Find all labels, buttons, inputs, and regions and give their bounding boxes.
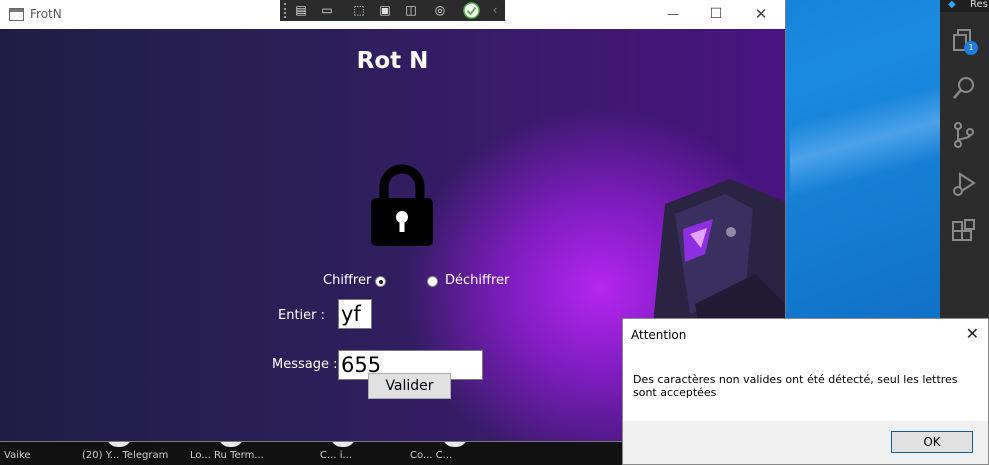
binding-failures-icon[interactable]: ◎ [431, 2, 449, 19]
radio-decrypt[interactable] [427, 276, 438, 287]
dialog-message: Des caractères non valides ont été détec… [633, 373, 958, 399]
track-focus-icon[interactable]: ◫ [402, 2, 420, 19]
explorer-badge: 1 [964, 41, 978, 55]
maximize-button[interactable]: ☐ [703, 3, 729, 25]
hot-reload-check-icon[interactable] [463, 2, 480, 19]
page-title: Rot N [356, 48, 429, 74]
window-title: FrotN [30, 7, 62, 21]
toolbar-grip-icon[interactable] [284, 3, 289, 18]
taskbar-label[interactable]: Co... C... [410, 450, 452, 461]
app-window-icon [9, 8, 24, 21]
vscode-titlebar: ◆ Res [940, 0, 989, 12]
lock-icon [371, 164, 433, 246]
submit-button[interactable]: Valider [368, 373, 451, 399]
live-visual-tree-icon[interactable]: ▤ [292, 2, 310, 19]
source-control-icon[interactable] [950, 121, 978, 149]
run-debug-icon[interactable] [950, 170, 978, 198]
integer-input[interactable]: yf [338, 299, 372, 329]
collapse-toolbar-icon[interactable]: ‹ [486, 2, 504, 19]
dialog-footer: OK [623, 421, 988, 464]
taskbar-label[interactable]: Vaike [4, 450, 31, 461]
alert-dialog: Attention ✕ Des caractères non valides o… [622, 318, 989, 465]
radio-encrypt-label[interactable]: Chiffrer [323, 273, 371, 288]
close-button[interactable]: ✕ [748, 3, 774, 25]
dialog-title: Attention [631, 328, 687, 342]
message-label: Message : [272, 357, 338, 372]
taskbar-label[interactable]: (20) Y... Telegram [82, 450, 168, 461]
vscode-logo-icon: ◆ [948, 0, 956, 10]
select-element-icon[interactable]: ⬚ [350, 2, 368, 19]
dialog-close-icon[interactable]: ✕ [966, 324, 979, 343]
ok-button[interactable]: OK [891, 431, 973, 453]
minimize-button[interactable]: — [660, 3, 686, 25]
desktop-light-streak [790, 70, 950, 210]
debug-toolbar: ▤ ▭ ⬚ ▣ ◫ ◎ ‹ [280, 0, 505, 21]
search-icon[interactable] [950, 74, 978, 102]
taskbar-strip: Vaike (20) Y... Telegram Lo... Ru Term..… [0, 435, 640, 465]
display-layout-adorners-icon[interactable]: ▣ [376, 2, 394, 19]
integer-label: Entier : [278, 308, 326, 323]
radio-decrypt-label[interactable]: Déchiffrer [445, 273, 509, 288]
vscode-title-text: Res [970, 0, 988, 10]
radio-encrypt[interactable] [375, 276, 386, 287]
extensions-icon[interactable] [950, 218, 978, 246]
video-camera-icon[interactable]: ▭ [318, 2, 336, 19]
taskbar-label[interactable]: C... i... [320, 450, 352, 461]
taskbar-label[interactable]: Lo... Ru Term... [190, 450, 264, 461]
